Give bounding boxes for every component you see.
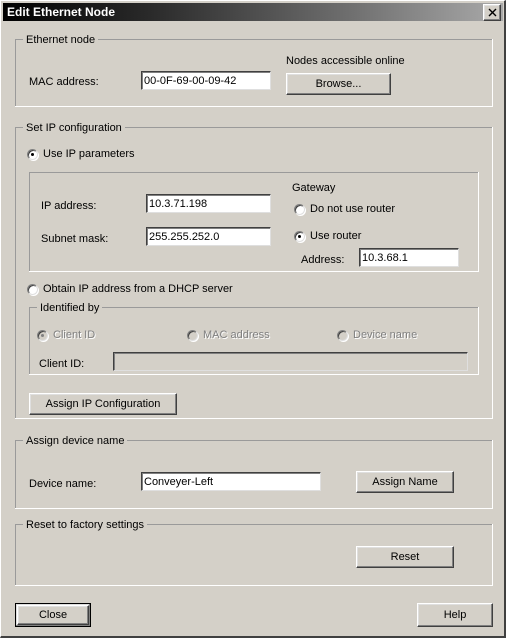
browse-button[interactable]: Browse... [286,73,391,95]
browse-button-label: Browse... [315,78,362,90]
radio-knob-icon [294,203,305,215]
assign-name-button[interactable]: Assign Name [356,471,454,493]
radio-knob-icon [337,329,348,341]
radio-use-ip-parameters-label: Use IP parameters [43,148,135,160]
device-name-label: Device name: [29,478,97,490]
assign-ip-configuration-button[interactable]: Assign IP Configuration [29,393,177,415]
title-bar[interactable]: Edit Ethernet Node [3,3,503,21]
gateway-label: Gateway [292,182,336,194]
mac-address-input[interactable]: 00-0F-69-00-09-42 [141,71,271,90]
device-name-input[interactable]: Conveyer-Left [141,472,321,491]
router-address-label: Address: [301,254,345,266]
nodes-accessible-online-label: Nodes accessible online [286,55,405,67]
reset-button-label: Reset [390,551,420,563]
subnet-mask-input[interactable]: 255.255.252.0 [146,227,271,246]
client-id-input[interactable] [113,352,468,371]
ethernet-node-group-title: Ethernet node [23,34,99,46]
identified-by-group-title: Identified by [37,302,103,314]
assign-device-name-group-title: Assign device name [23,435,128,447]
assign-name-button-label: Assign Name [372,476,438,488]
assign-ip-configuration-button-label: Assign IP Configuration [45,398,161,410]
radio-do-not-use-router[interactable]: Do not use router [294,203,395,215]
radio-use-ip-parameters[interactable]: Use IP parameters [27,148,135,160]
close-icon[interactable] [483,4,501,21]
radio-mac-address[interactable]: MAC address [187,329,270,341]
ip-address-input[interactable]: 10.3.71.198 [146,194,271,213]
subnet-mask-label: Subnet mask: [41,233,109,245]
radio-obtain-ip-from-dhcp[interactable]: Obtain IP address from a DHCP server [27,283,233,295]
radio-mac-address-label: MAC address [203,329,270,341]
router-address-input[interactable]: 10.3.68.1 [359,248,459,267]
radio-client-id-label: Client ID [53,329,96,341]
radio-do-not-use-router-label: Do not use router [310,203,395,215]
radio-knob-icon [37,329,48,341]
mac-address-label: MAC address: [29,76,99,88]
ip-address-label: IP address: [41,200,97,212]
radio-knob-icon [187,329,198,341]
radio-device-name-label: Device name [353,329,418,341]
radio-client-id[interactable]: Client ID [37,329,95,341]
set-ip-configuration-group-title: Set IP configuration [23,122,125,134]
client-id-label: Client ID: [39,358,85,370]
radio-knob-icon [27,148,38,160]
edit-ethernet-node-dialog: Edit Ethernet Node Ethernet node MAC add… [0,0,506,638]
reset-button[interactable]: Reset [356,546,454,568]
reset-to-factory-settings-group-title: Reset to factory settings [23,519,147,531]
close-x-glyph [488,8,496,17]
radio-knob-icon [27,283,38,295]
close-button[interactable]: Close [15,603,91,627]
radio-use-router[interactable]: Use router [294,230,361,242]
radio-obtain-ip-from-dhcp-label: Obtain IP address from a DHCP server [43,283,233,295]
radio-knob-icon [294,230,305,242]
radio-device-name[interactable]: Device name [337,329,417,341]
help-button-label: Help [443,609,467,621]
set-ip-configuration-group: Set IP configuration [15,122,493,419]
help-button[interactable]: Help [417,603,493,627]
window-title: Edit Ethernet Node [7,5,116,19]
radio-use-router-label: Use router [310,230,362,242]
close-button-label: Close [38,609,68,621]
